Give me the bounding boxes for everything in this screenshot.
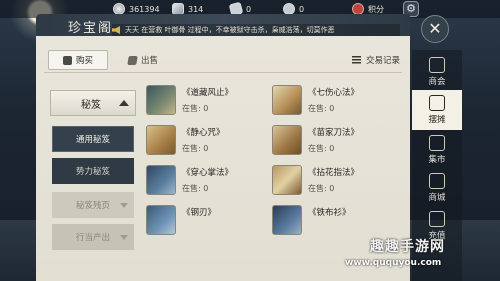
cart-icon [62,55,72,65]
nav-item-guild[interactable]: 商会 [412,52,462,92]
recharge-icon [429,211,445,227]
category-menu: 秘笈 通用秘笈 势力秘笈 秘笈残页 行当产出 [50,80,136,281]
item-name: 《穿心掌法》 [182,168,234,178]
tab-sell[interactable]: 出售 [118,50,168,70]
item-name: 《拈花指法》 [308,168,360,178]
list-icon [351,56,361,64]
list-item[interactable]: 《静心咒》在售: 0 [146,122,268,158]
category-item-trade-output[interactable]: 行当产出 [52,224,134,250]
item-on-sale: 在售: 0 [182,144,209,153]
item-on-sale: 在售: 0 [182,104,209,113]
nav-item-stall[interactable]: 摆摊 [412,90,462,130]
item-name: 《苗家刀法》 [308,128,360,138]
guild-icon [429,57,445,73]
tab-buy[interactable]: 购买 [48,50,108,70]
category-item-label: 势力秘笈 [75,167,110,177]
nav-item-label: 摆摊 [428,115,446,125]
category-item-faction[interactable]: 势力秘笈 [52,158,134,184]
item-name: 《七伤心法》 [308,88,360,98]
category-item-label: 行当产出 [75,233,110,243]
list-item[interactable]: 《苗家刀法》 在售: 0 [272,122,394,158]
category-item-general[interactable]: 通用秘笈 [52,126,134,152]
manual-thumbnail [146,125,176,155]
ticker-text: 天天 在营救 叶御骨 过程中，不幸被狱守击杀，枭威浩荡，切莫作恶 [125,26,335,34]
watermark-title: 趣趣手游网 [370,239,445,255]
ingot-amount: 314 [188,4,204,14]
coupon-amount: 0 [299,4,305,14]
manual-thumbnail [146,85,176,115]
nav-item-market[interactable]: 集市 [412,130,462,170]
manual-thumbnail [146,165,176,195]
panel-title: 珍宝阁 [68,21,114,36]
tab-sell-label: 出售 [140,56,158,66]
category-item-label: 秘笈残页 [75,201,110,211]
chevron-down-icon [120,203,128,208]
item-on-sale: 在售: 0 [308,144,335,153]
category-item-label: 通用秘笈 [75,135,110,145]
item-grid: 《道藏风止》 在售: 0 《七伤心法》 在售: 0 《静心咒》 在售: 0 《苗家刀法… [144,80,402,281]
item-on-sale: 在售: 0 [182,184,209,193]
list-item[interactable]: 《道藏风止》 在售: 0 [146,82,268,118]
category-header-label: 秘笈 [81,99,101,111]
category-item-fragments[interactable]: 秘笈残页 [52,192,134,218]
tab-buy-label: 购买 [75,56,93,66]
trade-records-label: 交易记录 [365,56,400,66]
manual-thumbnail [146,205,176,235]
list-item[interactable]: 《铁布衫》 [272,202,394,238]
item-on-sale: 在售: 0 [308,184,335,193]
sell-icon [127,55,138,65]
list-item[interactable]: 《七伤心法》 在售: 0 [272,82,394,118]
tabs-divider [44,72,402,73]
chevron-down-icon [120,235,128,240]
speaker-icon [112,26,120,34]
silver-amount: 361394 [129,4,160,14]
list-item[interactable]: 《拈花指法》 在售: 0 [272,162,394,198]
nav-item-label: 商会 [428,77,446,87]
nav-item-label: 商城 [428,193,446,203]
nav-item-label: 集市 [428,155,446,165]
watermark-url: www.ququyou.com [345,258,442,268]
announcement-ticker: 天天 在营救 叶御骨 过程中，不幸被狱守击杀，枭威浩荡，切莫作恶 [112,24,400,36]
trade-records-button[interactable]: 交易记录 [351,50,400,70]
chevron-up-icon [119,100,129,106]
stall-icon [429,95,445,111]
nav-item-mall[interactable]: 商城 [412,168,462,208]
list-item[interactable]: 《钢刃》 [146,202,268,238]
list-item[interactable]: 《穿心掌法》 在售: 0 [146,162,268,198]
item-on-sale: 在售: 0 [308,104,335,113]
market-icon [429,135,445,151]
close-icon: ✕ [428,19,442,38]
close-button[interactable]: ✕ [421,15,449,43]
manual-thumbnail [272,165,302,195]
item-name: 《钢刃》 [182,208,217,218]
item-name: 《铁布衫》 [308,208,351,218]
points-label: 积分 [368,4,384,14]
manual-thumbnail [272,125,302,155]
trade-tabs: 购买 出售 交易记录 [44,50,402,70]
item-name: 《道藏风止》 [182,88,234,98]
item-name: 《静心咒》 [182,128,225,138]
manual-thumbnail [272,85,302,115]
manual-thumbnail [272,205,302,235]
ticket-amount: 0 [246,4,252,14]
category-header-secret-manuals[interactable]: 秘笈 [50,90,136,116]
mall-icon [429,173,445,189]
